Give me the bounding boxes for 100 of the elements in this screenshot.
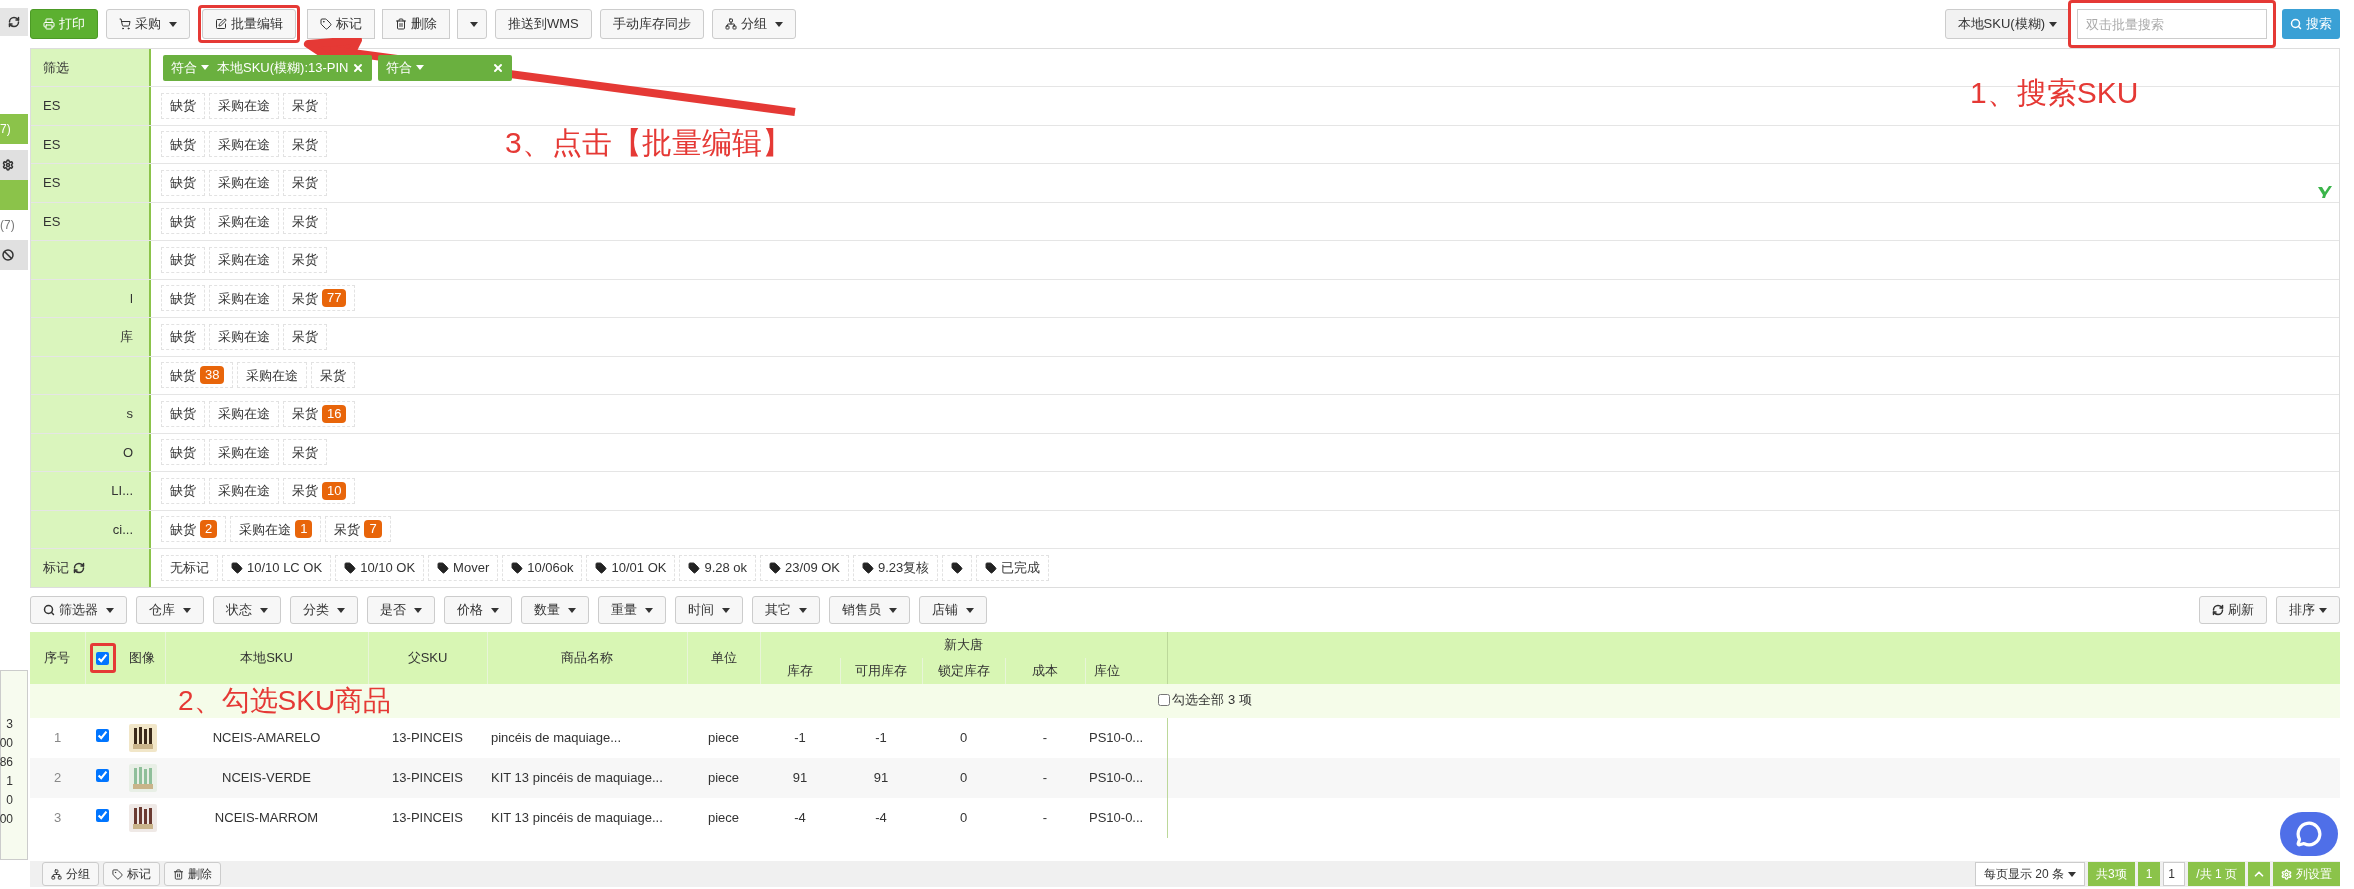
toolbar-button[interactable]: 推送到WMS [495, 9, 592, 39]
stock-tag[interactable]: 缺货 [161, 131, 205, 158]
search-mode-select[interactable]: 本地SKU(模糊) [1944, 9, 2070, 39]
stock-tag[interactable]: 采购在途 [209, 400, 279, 427]
mark-tag[interactable]: 10/10 LC OK [222, 555, 332, 581]
stock-tag[interactable]: 缺货 [161, 285, 205, 312]
stock-tag[interactable]: 呆货 [283, 323, 327, 350]
mark-tag[interactable] [942, 555, 973, 581]
stock-tag[interactable]: 采购在途 [209, 131, 279, 158]
stock-tag[interactable]: 缺货 [161, 323, 205, 350]
checkbox[interactable] [1158, 694, 1171, 707]
table-cell: NCEIS-VERDE [165, 758, 368, 798]
filter-dropdown[interactable]: 其它 [752, 596, 820, 624]
stock-tag[interactable]: 采购在途 [237, 362, 308, 389]
mark-label: 10/01 OK [611, 559, 667, 578]
mark-tag[interactable]: 23/09 OK [760, 555, 849, 581]
tag-label: 缺货 [170, 328, 196, 346]
side-button[interactable] [0, 150, 28, 180]
stock-tag[interactable]: 呆货 [311, 362, 356, 389]
toolbar-button[interactable]: 采购 [106, 9, 190, 39]
stock-tag[interactable]: 呆货 [283, 131, 327, 158]
stock-tag[interactable]: 呆货 [283, 439, 327, 466]
stock-tag[interactable]: 呆货 7 [325, 516, 391, 543]
stock-tag[interactable]: 呆货 77 [283, 285, 356, 312]
stock-tag[interactable]: 采购在途 [209, 169, 279, 196]
table-cell: 0 [922, 718, 1005, 758]
stock-tag[interactable]: 缺货 [161, 92, 205, 119]
filter-dropdown[interactable]: 店铺 [919, 596, 987, 624]
mark-tag[interactable]: 9.28 ok [679, 555, 757, 581]
filter-dropdown[interactable]: 销售员 [829, 596, 910, 624]
row-checkbox[interactable] [96, 809, 109, 823]
refresh-icon[interactable] [73, 562, 85, 574]
toolbar-button[interactable]: 删除 [382, 9, 450, 39]
stock-tag[interactable]: 采购在途 [209, 246, 279, 273]
filter-dropdown[interactable]: 仓库 [136, 596, 204, 624]
stock-tag[interactable]: 呆货 [283, 208, 327, 235]
select-all-checkbox[interactable]: 勾选全部 3 项 [1158, 690, 1252, 710]
stock-tag[interactable]: 采购在途 1 [230, 516, 322, 543]
refresh-button[interactable]: 刷新 [2199, 596, 2267, 624]
stock-tag[interactable]: 呆货 [283, 246, 327, 273]
mark-tag[interactable]: 10/10 OK [335, 555, 425, 581]
bulk-action-button[interactable]: 删除 [164, 862, 221, 886]
bulk-action-button[interactable]: 分组 [42, 862, 99, 886]
select-checkbox[interactable] [96, 651, 110, 665]
filter-dropdown[interactable]: 分类 [290, 596, 358, 624]
side-button[interactable] [0, 240, 28, 270]
dropdown-toggle[interactable] [457, 9, 487, 39]
row-checkbox[interactable] [96, 769, 109, 783]
filter-dropdown[interactable]: 是否 [367, 596, 435, 624]
mark-tag[interactable]: 10/01 OK [586, 555, 676, 581]
caret-icon [201, 65, 209, 70]
stock-tag[interactable]: 采购在途 [209, 439, 279, 466]
stock-tag[interactable]: 缺货 38 [161, 362, 234, 389]
mark-tag[interactable]: Mover [428, 555, 499, 581]
stock-tag[interactable]: 采购在途 [209, 323, 279, 350]
table-cell: NCEIS-MARROM [165, 798, 368, 838]
filter-dropdown[interactable]: 重量 [598, 596, 666, 624]
toolbar-button[interactable]: 分组 [711, 9, 796, 39]
filter-dropdown[interactable]: 状态 [213, 596, 281, 624]
page-input[interactable]: 1 [2163, 862, 2186, 886]
stock-tag[interactable]: 缺货 [161, 246, 205, 273]
side-button[interactable] [0, 8, 28, 36]
stock-tag[interactable]: 缺货 [161, 169, 205, 196]
stock-tag[interactable]: 呆货 10 [283, 477, 356, 504]
stock-tag[interactable]: 缺货 [161, 477, 205, 504]
stock-tag[interactable]: 呆货 [283, 92, 327, 119]
stock-tag[interactable]: 采购在途 [209, 92, 279, 119]
stock-tag[interactable]: 采购在途 [209, 208, 279, 235]
mark-tag[interactable]: 9.23复核 [853, 555, 939, 581]
stock-tag[interactable]: 缺货 [161, 208, 205, 235]
count-badge: 7 [364, 520, 382, 539]
chip-operator: 符合 [386, 57, 425, 78]
filter-dropdown[interactable]: 价格 [444, 596, 512, 624]
search-field[interactable]: 双击批量搜索 [2077, 9, 2267, 39]
stock-tag[interactable]: 缺货 [161, 439, 205, 466]
warehouse-name: l [130, 289, 133, 308]
stock-tag[interactable]: 采购在途 [209, 477, 279, 504]
sort-button[interactable]: 排序 [2276, 596, 2340, 624]
filter-dropdown[interactable]: 时间 [675, 596, 743, 624]
page-size-select[interactable]: 每页显示 20 条 [1974, 862, 2085, 886]
tag-label: 采购在途 [218, 405, 270, 423]
chip-text: 本地SKU(模糊):13-PIN [216, 58, 349, 77]
bulk-action-button[interactable]: 标记 [103, 862, 160, 886]
stock-tag[interactable]: 缺货 2 [161, 516, 227, 543]
chat-bubble[interactable] [2280, 812, 2338, 856]
row-checkbox[interactable] [96, 729, 109, 743]
stock-tag[interactable]: 呆货 [283, 169, 327, 196]
caret-icon [568, 607, 576, 613]
mark-tag[interactable]: 已完成 [976, 555, 1050, 581]
stock-tag[interactable]: 缺货 [161, 400, 205, 427]
stock-tag[interactable]: 呆货 16 [283, 400, 356, 427]
settings-icon [2, 159, 14, 171]
toolbar-button[interactable]: 标记 [307, 9, 375, 39]
toolbar-button[interactable]: 手动库存同步 [599, 9, 704, 39]
toolbar-button[interactable]: 批量编辑 [202, 9, 296, 39]
mark-tag[interactable]: 无标记 [161, 555, 218, 581]
filter-dropdown[interactable]: 数量 [521, 596, 589, 624]
filter-dropdown[interactable]: 筛选器 [30, 596, 127, 624]
mark-tag[interactable]: 10/06ok [502, 555, 583, 581]
stock-tag[interactable]: 采购在途 [209, 285, 279, 312]
